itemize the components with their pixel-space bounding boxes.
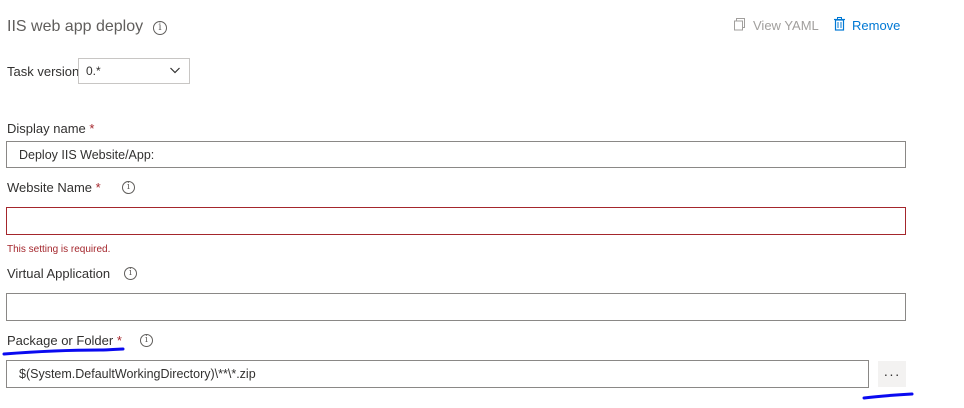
- task-version-value: 0.*: [86, 64, 101, 78]
- task-version-select[interactable]: 0.*: [78, 58, 190, 84]
- view-yaml-button[interactable]: View YAML: [733, 17, 819, 34]
- display-name-label: Display name *: [7, 121, 95, 136]
- trash-icon: [833, 17, 846, 34]
- info-icon[interactable]: i: [153, 21, 167, 35]
- info-icon[interactable]: i: [124, 267, 137, 280]
- website-name-input[interactable]: [6, 207, 906, 235]
- remove-label: Remove: [852, 18, 901, 33]
- copy-icon: [733, 17, 747, 34]
- annotation-underline-label: [2, 347, 125, 356]
- task-version-label: Task version: [7, 64, 80, 79]
- required-mark: *: [95, 180, 101, 195]
- required-mark: *: [89, 121, 95, 136]
- chevron-down-icon: [169, 64, 181, 79]
- remove-button[interactable]: Remove: [833, 17, 900, 34]
- view-yaml-label: View YAML: [753, 18, 819, 33]
- website-name-error: This setting is required.: [7, 244, 111, 255]
- annotation-overlay: [2, 347, 914, 400]
- display-name-input[interactable]: Deploy IIS Website/App:: [6, 141, 906, 168]
- info-icon[interactable]: i: [122, 181, 135, 194]
- virtual-application-label: Virtual Application: [7, 266, 111, 281]
- virtual-application-input[interactable]: [6, 293, 906, 321]
- annotation-underline-browse: [862, 392, 914, 400]
- website-name-label: Website Name *: [7, 180, 101, 195]
- display-name-value: Deploy IIS Website/App:: [19, 147, 155, 162]
- task-title: IIS web app deploy: [7, 18, 144, 35]
